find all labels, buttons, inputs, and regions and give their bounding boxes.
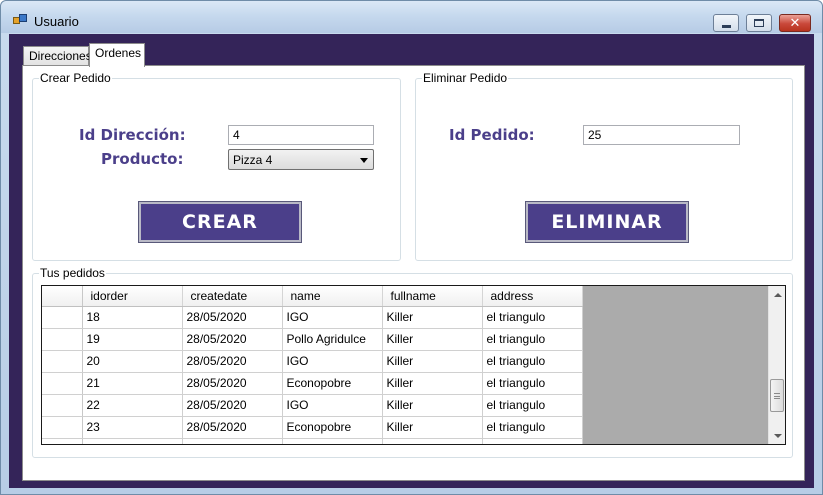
crear-button[interactable]: CREAR [138,201,302,243]
scroll-down-button[interactable] [769,427,785,444]
corner-header[interactable] [42,286,83,307]
id-direccion-input[interactable]: 4 [228,125,374,145]
tab-page-ordenes: Crear Pedido Id Dirección: 4 Producto: P… [22,65,805,481]
table-header-row: idorder createdate name fullname address [42,286,583,307]
cell-fullname[interactable] [382,438,483,444]
cell-createdate[interactable] [182,438,283,444]
cell-name[interactable]: Econopobre [282,372,383,395]
close-icon: ✕ [789,15,801,31]
scroll-up-button[interactable] [769,286,785,303]
table-row[interactable]: 21 28/05/2020 Econopobre Killer el trian… [42,372,583,395]
cell-fullname[interactable]: Killer [382,416,483,439]
cell-fullname[interactable]: Killer [382,350,483,373]
cell-fullname[interactable]: Killer [382,328,483,351]
cell-address[interactable] [482,438,583,444]
app-icon [13,14,29,26]
cell-idorder[interactable]: 18 [82,306,183,329]
table-row[interactable]: 22 28/05/2020 IGO Killer el triangulo [42,394,583,417]
cell-createdate[interactable]: 28/05/2020 [182,306,283,329]
cell-fullname[interactable]: Killer [382,306,483,329]
arrow-down-icon [773,433,782,438]
tab-direcciones[interactable]: Direcciones [23,46,92,66]
minimize-button[interactable] [713,14,739,32]
cell-name[interactable]: IGO [282,394,383,417]
cell-address[interactable]: el triangulo [482,328,583,351]
id-pedido-input[interactable]: 25 [583,125,740,145]
cell-address[interactable]: el triangulo [482,416,583,439]
window-title: Usuario [34,14,79,29]
cell-address[interactable]: el triangulo [482,372,583,395]
scrollbar-thumb[interactable] [770,379,784,412]
producto-select[interactable]: Pizza 4 [228,149,374,170]
cell-idorder[interactable]: 22 [82,394,183,417]
crear-pedido-group: Crear Pedido Id Dirección: 4 Producto: P… [32,71,401,261]
column-header-name[interactable]: name [282,286,383,307]
vertical-scrollbar[interactable] [768,286,785,444]
cell-createdate[interactable]: 28/05/2020 [182,350,283,373]
cell-address[interactable]: el triangulo [482,350,583,373]
table-row[interactable]: 18 28/05/2020 IGO Killer el triangulo [42,306,583,329]
producto-label: Producto: [101,150,184,168]
column-header-fullname[interactable]: fullname [382,286,483,307]
crear-pedido-legend: Crear Pedido [39,71,112,85]
row-header[interactable] [42,372,83,395]
cell-createdate[interactable]: 28/05/2020 [182,372,283,395]
table-row[interactable] [42,438,583,444]
cell-name[interactable]: IGO [282,350,383,373]
table-row[interactable]: 19 28/05/2020 Pollo Agridulce Killer el … [42,328,583,351]
table-row[interactable]: 20 28/05/2020 IGO Killer el triangulo [42,350,583,373]
row-header[interactable] [42,438,83,444]
eliminar-pedido-legend: Eliminar Pedido [422,71,509,85]
cell-idorder[interactable]: 21 [82,372,183,395]
row-header[interactable] [42,416,83,439]
id-direccion-label: Id Dirección: [79,126,186,144]
cell-createdate[interactable]: 28/05/2020 [182,394,283,417]
minimize-icon [721,24,731,28]
close-button[interactable]: ✕ [779,14,811,32]
main-window: Usuario ✕ Direcciones Ordenes Crear Pedi… [0,0,823,495]
maximize-button[interactable] [746,14,772,32]
cell-idorder[interactable] [82,438,183,444]
client-area: Direcciones Ordenes Crear Pedido Id Dire… [9,34,814,488]
column-header-address[interactable]: address [482,286,583,307]
cell-idorder[interactable]: 20 [82,350,183,373]
id-pedido-label: Id Pedido: [449,126,535,144]
table-row[interactable]: 23 28/05/2020 Econopobre Killer el trian… [42,416,583,439]
column-header-idorder[interactable]: idorder [82,286,183,307]
cell-name[interactable]: IGO [282,306,383,329]
tus-pedidos-legend: Tus pedidos [39,266,106,280]
chevron-down-icon [360,158,368,163]
maximize-icon [754,19,764,27]
pedidos-grid[interactable]: idorder createdate name fullname address… [41,285,786,445]
cell-idorder[interactable]: 23 [82,416,183,439]
cell-name[interactable]: Pollo Agridulce [282,328,383,351]
pedidos-table: idorder createdate name fullname address… [42,286,583,444]
tus-pedidos-group: Tus pedidos idorder createdate name full… [32,266,793,458]
cell-address[interactable]: el triangulo [482,394,583,417]
cell-idorder[interactable]: 19 [82,328,183,351]
cell-createdate[interactable]: 28/05/2020 [182,416,283,439]
producto-selected-value: Pizza 4 [233,153,273,167]
eliminar-pedido-group: Eliminar Pedido Id Pedido: 25 ELIMINAR [415,71,793,261]
row-header[interactable] [42,394,83,417]
row-header[interactable] [42,328,83,351]
column-header-createdate[interactable]: createdate [182,286,283,307]
eliminar-button[interactable]: ELIMINAR [525,201,689,243]
cell-name[interactable]: Econopobre [282,416,383,439]
cell-fullname[interactable]: Killer [382,394,483,417]
tab-ordenes[interactable]: Ordenes [89,43,145,67]
title-bar[interactable]: Usuario ✕ [1,1,822,33]
arrow-up-icon [773,292,782,297]
row-header[interactable] [42,306,83,329]
cell-address[interactable]: el triangulo [482,306,583,329]
cell-createdate[interactable]: 28/05/2020 [182,328,283,351]
cell-fullname[interactable]: Killer [382,372,483,395]
grip-icon [774,393,780,399]
row-header[interactable] [42,350,83,373]
cell-name[interactable] [282,438,383,444]
